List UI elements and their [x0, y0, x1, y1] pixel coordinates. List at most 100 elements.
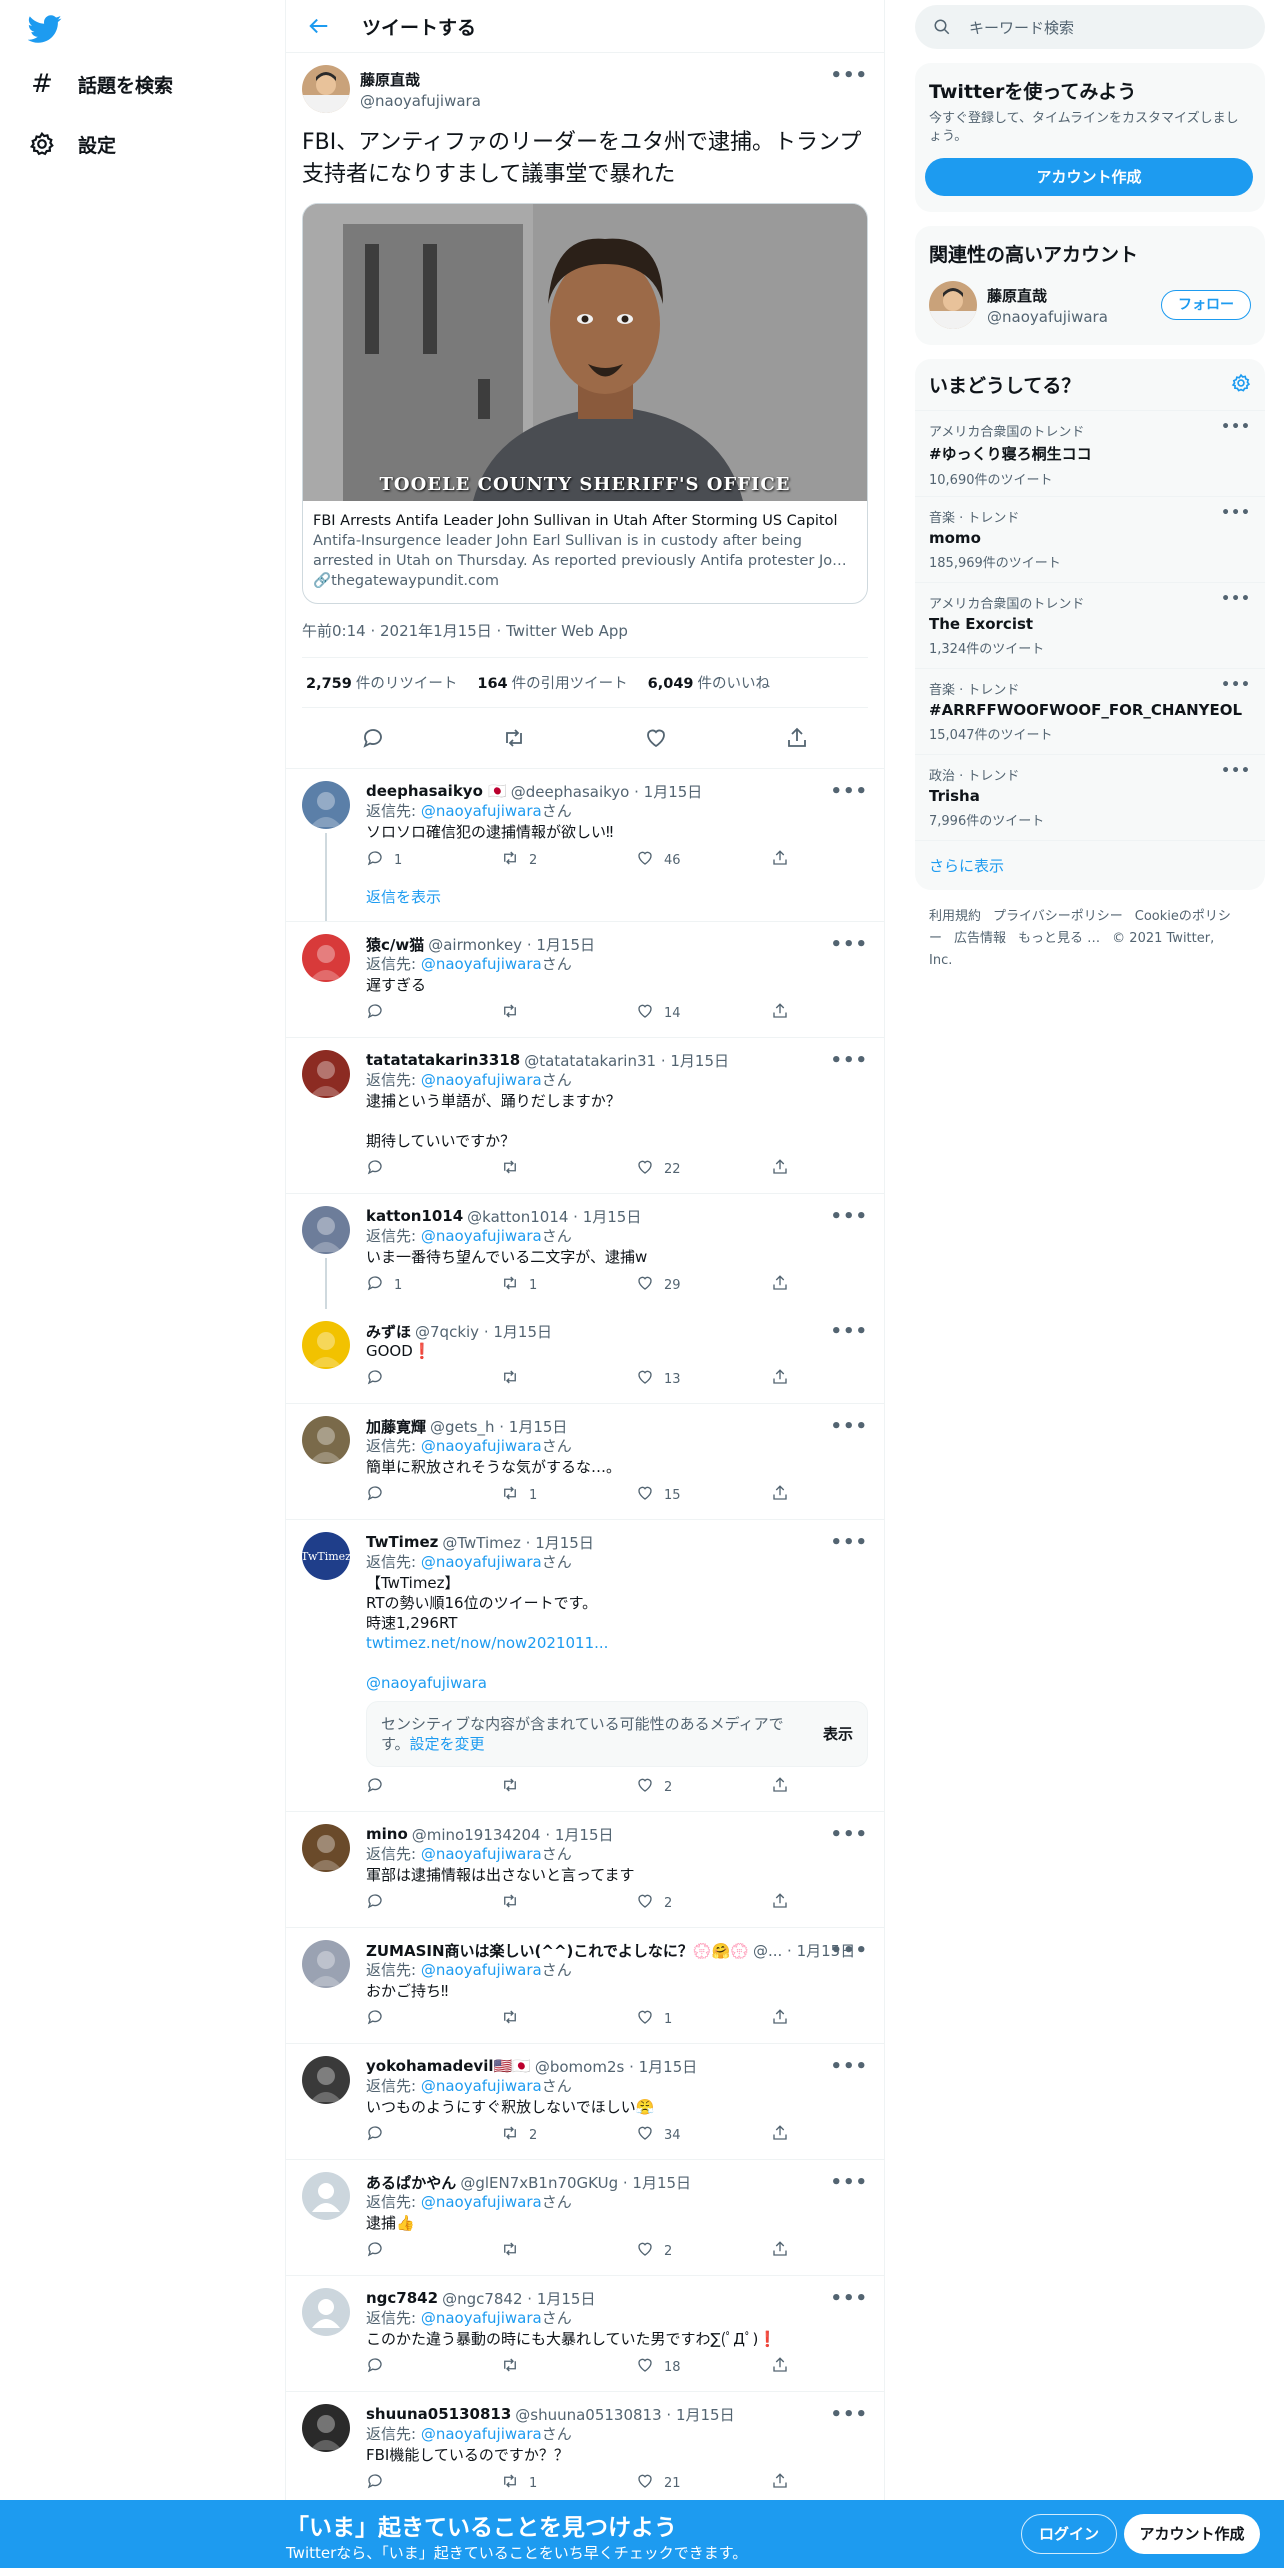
share-action[interactable]: [771, 1484, 789, 1506]
replying-to-handle[interactable]: @naoyafujiwara: [421, 1437, 542, 1455]
retweet-action[interactable]: [501, 2356, 636, 2378]
share-action[interactable]: [771, 2472, 789, 2494]
retweet-action[interactable]: [501, 1158, 636, 1180]
like-action[interactable]: 2: [636, 2240, 771, 2262]
reply-tweet[interactable]: ••• 猿c/w猫 @airmonkey · 1月15日 返信先: @naoyafuj…: [286, 922, 884, 1038]
settings-gear-icon[interactable]: [1231, 373, 1251, 397]
link-card[interactable]: TOOELE COUNTY SHERIFF'S OFFICE FBI Arres…: [302, 203, 868, 604]
reply-action[interactable]: [366, 2472, 501, 2494]
replying-to-handle[interactable]: @naoyafujiwara: [421, 2425, 542, 2443]
search-input[interactable]: キーワード検索: [915, 5, 1265, 49]
trend-item[interactable]: 政治 · トレンド Trisha 7,996件のツイート •••: [915, 755, 1265, 841]
twitter-logo-icon[interactable]: [27, 12, 66, 50]
reply-tweet[interactable]: ••• katton1014 @katton1014 · 1月15日 返信先: @na…: [286, 1194, 884, 1309]
footer-link[interactable]: もっと見る …: [1018, 931, 1100, 946]
avatar[interactable]: [302, 2404, 350, 2452]
reply-tweet[interactable]: ••• mino @mino19134204 · 1月15日 返信先: @naoyaf…: [286, 1812, 884, 1928]
reply-action[interactable]: [366, 1484, 501, 1506]
like-count[interactable]: 6,049 件のいいね: [648, 672, 770, 693]
retweet-icon[interactable]: [502, 726, 526, 750]
avatar[interactable]: [302, 65, 350, 113]
share-action[interactable]: [771, 2240, 789, 2262]
more-options-icon[interactable]: •••: [830, 781, 868, 802]
avatar[interactable]: [302, 1824, 350, 1872]
reply-display-name[interactable]: shuuna05130813: [366, 2405, 511, 2423]
replying-to-handle[interactable]: @naoyafujiwara: [421, 1227, 542, 1245]
share-action[interactable]: [771, 1002, 789, 1024]
footer-link[interactable]: 広告情報: [954, 931, 1006, 946]
reply-mention[interactable]: @naoyafujiwara: [366, 1673, 868, 1693]
retweet-action[interactable]: [501, 2008, 636, 2030]
avatar[interactable]: [302, 1206, 350, 1254]
reply-tweet[interactable]: ••• yokohamadevil🇺🇸🇯🇵 @bomom2s · 1月15日 返信先:…: [286, 2044, 884, 2160]
reply-display-name[interactable]: みずほ: [366, 1321, 411, 1342]
share-action[interactable]: [771, 849, 789, 871]
share-action[interactable]: [771, 2008, 789, 2030]
avatar[interactable]: [302, 1050, 350, 1098]
more-options-icon[interactable]: •••: [1221, 591, 1251, 607]
replying-to-handle[interactable]: @naoyafujiwara: [421, 1845, 542, 1863]
reply-tweet[interactable]: ••• あるぱかやん @glEN7xB1n70GKUg · 1月15日 返信先: @n…: [286, 2160, 884, 2276]
show-more-link[interactable]: さらに表示: [915, 841, 1265, 890]
like-action[interactable]: 15: [636, 1484, 771, 1506]
more-options-icon[interactable]: •••: [830, 1532, 868, 1553]
reply-tweet[interactable]: ••• deephasaikyo 🇯🇵 @deephasaikyo · 1月15日返…: [286, 769, 884, 922]
signup-button[interactable]: アカウント作成: [1124, 2514, 1260, 2554]
share-action[interactable]: [771, 1158, 789, 1180]
reply-display-name[interactable]: 猿c/w猫: [366, 934, 424, 955]
retweet-action[interactable]: [501, 1368, 636, 1390]
nav-settings[interactable]: 設定: [28, 118, 116, 170]
like-action[interactable]: 46: [636, 849, 771, 871]
like-icon[interactable]: [644, 726, 668, 750]
more-options-icon[interactable]: •••: [830, 1206, 868, 1227]
reply-action[interactable]: 1: [366, 849, 501, 871]
reply-action[interactable]: [366, 1158, 501, 1180]
share-action[interactable]: [771, 1274, 789, 1296]
replying-to-handle[interactable]: @naoyafujiwara: [421, 1961, 542, 1979]
like-action[interactable]: 1: [636, 2008, 771, 2030]
avatar[interactable]: [302, 2288, 350, 2336]
reply-tweet[interactable]: ••• ngc7842 @ngc7842 · 1月15日 返信先: @naoyafuj…: [286, 2276, 884, 2392]
avatar[interactable]: [302, 781, 350, 829]
reply-tweet[interactable]: ••• ZUMASIN商いは楽しい(^^)これでよしなに？💮🤗💮 @... · 1月…: [286, 1928, 884, 2044]
more-options-icon[interactable]: •••: [830, 1416, 868, 1437]
retweet-action[interactable]: [501, 1892, 636, 1914]
retweet-action[interactable]: 1: [501, 1274, 636, 1296]
avatar[interactable]: [302, 1321, 350, 1369]
login-button[interactable]: ログイン: [1021, 2514, 1117, 2554]
show-media-button[interactable]: 表示: [823, 1724, 853, 1744]
like-action[interactable]: 2: [636, 1776, 771, 1798]
reply-display-name[interactable]: あるぱかやん: [366, 2172, 456, 2193]
replying-to-handle[interactable]: @naoyafujiwara: [421, 2193, 542, 2211]
trend-item[interactable]: アメリカ合衆国のトレンド The Exorcist 1,324件のツイート •••: [915, 583, 1265, 669]
share-action[interactable]: [771, 2356, 789, 2378]
replying-to-handle[interactable]: @naoyafujiwara: [421, 955, 542, 973]
reply-display-name[interactable]: mino: [366, 1825, 408, 1843]
reply-tweet[interactable]: ••• shuuna05130813 @shuuna05130813 · 1月15日…: [286, 2392, 884, 2500]
like-action[interactable]: 13: [636, 1368, 771, 1390]
reply-tweet[interactable]: ••• みずほ @7qckiy · 1月15日 GOOD❗ 13: [286, 1309, 884, 1404]
reply-action[interactable]: [366, 1892, 501, 1914]
reply-display-name[interactable]: tatatatakarin3318: [366, 1051, 520, 1069]
reply-action[interactable]: [366, 1776, 501, 1798]
reply-display-name[interactable]: TwTimez: [366, 1533, 438, 1551]
nav-explore[interactable]: # 話題を検索: [28, 58, 173, 110]
follow-button[interactable]: フォロー: [1161, 290, 1251, 320]
trend-item[interactable]: 音楽 · トレンド momo 185,969件のツイート •••: [915, 497, 1265, 583]
reply-display-name[interactable]: deephasaikyo 🇯🇵: [366, 782, 507, 800]
more-options-icon[interactable]: •••: [830, 1321, 868, 1342]
reply-action[interactable]: [366, 2124, 501, 2146]
quote-count[interactable]: 164 件の引用ツイート: [477, 672, 627, 693]
more-options-icon[interactable]: •••: [830, 2172, 868, 2193]
show-replies-link[interactable]: 返信を表示: [366, 876, 868, 913]
retweet-action[interactable]: 2: [501, 849, 636, 871]
more-options-icon[interactable]: •••: [1221, 419, 1251, 435]
like-action[interactable]: 34: [636, 2124, 771, 2146]
retweet-action[interactable]: [501, 1002, 636, 1024]
avatar[interactable]: [302, 934, 350, 982]
change-settings-link[interactable]: 設定を変更: [410, 1735, 485, 1753]
like-action[interactable]: 22: [636, 1158, 771, 1180]
more-options-icon[interactable]: •••: [1221, 677, 1251, 693]
retweet-action[interactable]: [501, 1776, 636, 1798]
reply-action[interactable]: [366, 1368, 501, 1390]
